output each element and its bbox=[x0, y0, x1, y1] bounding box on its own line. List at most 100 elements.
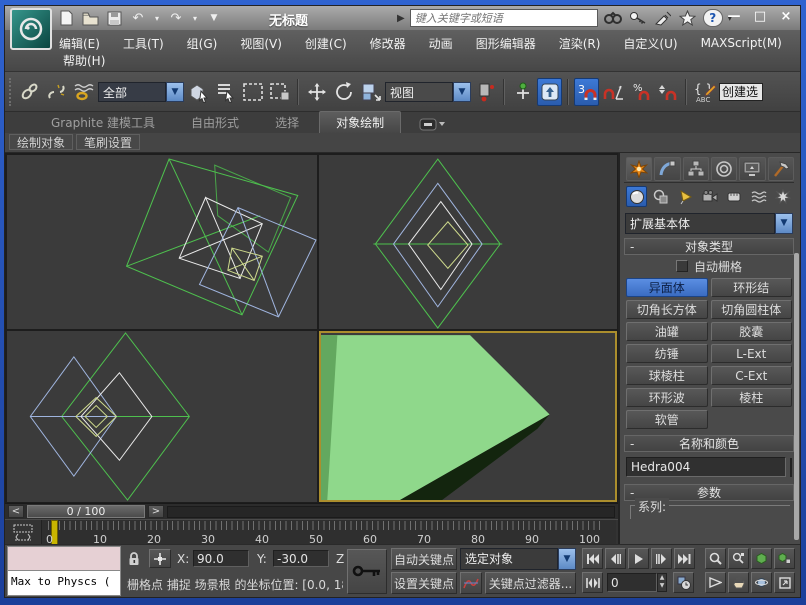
select-and-manipulate-icon[interactable] bbox=[510, 78, 535, 106]
select-and-scale-icon[interactable] bbox=[358, 78, 383, 106]
ribbon-tab-object-paint[interactable]: 对象绘制 bbox=[319, 111, 401, 133]
time-configuration-icon[interactable] bbox=[673, 572, 694, 593]
bind-to-space-warp-icon[interactable] bbox=[71, 78, 96, 106]
reference-coordinate-select[interactable]: 视图 ▼ bbox=[385, 82, 471, 102]
toolbar-grip[interactable] bbox=[9, 78, 13, 106]
new-file-icon[interactable] bbox=[57, 9, 75, 27]
object-type-button-c-ext[interactable]: C-Ext bbox=[711, 366, 793, 385]
zoom-extents-all-icon[interactable] bbox=[774, 548, 795, 569]
object-type-button-l-ext[interactable]: L-Ext bbox=[711, 344, 793, 363]
maxscript-mini-listener[interactable]: Max to Physcs ( bbox=[7, 546, 121, 596]
menu-rendering[interactable]: 渲染(R) bbox=[559, 35, 601, 52]
object-type-button-oiltank[interactable]: 油罐 bbox=[626, 322, 708, 341]
geometry-category-icon[interactable] bbox=[626, 186, 647, 207]
help-icon[interactable]: ? bbox=[703, 9, 723, 27]
select-and-link-icon[interactable] bbox=[17, 78, 42, 106]
named-selection-combo[interactable] bbox=[719, 83, 763, 101]
select-object-icon[interactable] bbox=[186, 78, 211, 106]
edit-named-selection-sets-icon[interactable]: { }ABC bbox=[692, 78, 717, 106]
object-type-button-ringwave[interactable]: 环形波 bbox=[626, 388, 708, 407]
use-pivot-point-center-icon[interactable] bbox=[473, 78, 498, 106]
previous-frame-icon[interactable] bbox=[605, 548, 626, 569]
x-coordinate-field[interactable] bbox=[193, 550, 249, 567]
window-crossing-icon[interactable] bbox=[267, 78, 292, 106]
lights-category-icon[interactable] bbox=[675, 186, 696, 207]
menu-modifiers[interactable]: 修改器 bbox=[370, 35, 406, 52]
panel-scrollbar[interactable] bbox=[794, 253, 799, 540]
object-type-button-capsule[interactable]: 胶囊 bbox=[711, 322, 793, 341]
track-bar-ruler[interactable]: 0 10 20 30 40 50 60 70 80 90 100 bbox=[41, 520, 616, 546]
application-menu-button[interactable] bbox=[10, 8, 52, 50]
menu-graph-editors[interactable]: 图形编辑器 bbox=[476, 35, 536, 52]
object-type-rollout-header[interactable]: - 对象类型 bbox=[624, 238, 794, 255]
snap-toggle-3d-icon[interactable]: 33 bbox=[574, 78, 599, 106]
name-color-rollout-header[interactable]: - 名称和颜色 bbox=[624, 435, 794, 452]
zoom-all-icon[interactable] bbox=[728, 548, 749, 569]
select-by-name-icon[interactable] bbox=[213, 78, 238, 106]
auto-key-button[interactable]: 自动关键点 bbox=[391, 548, 457, 570]
menu-tools[interactable]: 工具(T) bbox=[123, 35, 164, 52]
display-tab-icon[interactable] bbox=[739, 157, 765, 181]
menu-group[interactable]: 组(G) bbox=[187, 35, 218, 52]
object-color-swatch[interactable] bbox=[790, 458, 792, 477]
set-keys-icon[interactable] bbox=[347, 549, 387, 594]
autogrid-checkbox[interactable] bbox=[676, 260, 688, 272]
object-type-button-torus-knot[interactable]: 环形结 bbox=[711, 278, 793, 297]
minimize-button[interactable]: — bbox=[726, 9, 742, 24]
menu-customize[interactable]: 自定义(U) bbox=[623, 35, 677, 52]
menu-help[interactable]: 帮助(H) bbox=[63, 52, 105, 69]
zoom-icon[interactable] bbox=[705, 548, 726, 569]
undo-dropdown-icon[interactable]: ▾ bbox=[153, 9, 161, 27]
menu-views[interactable]: 视图(V) bbox=[240, 35, 282, 52]
ribbon-minimize-icon[interactable] bbox=[419, 118, 445, 131]
mini-curve-editor-icon[interactable] bbox=[5, 520, 41, 546]
undo-icon[interactable]: ↶ bbox=[129, 9, 147, 27]
viewport-bottom-left[interactable] bbox=[7, 331, 317, 502]
go-to-end-icon[interactable] bbox=[674, 548, 695, 569]
time-slider-prev-button[interactable]: < bbox=[8, 505, 24, 518]
key-filters-button[interactable]: 关键点过滤器... bbox=[485, 572, 576, 594]
ribbon-tab-selection[interactable]: 选择 bbox=[259, 112, 315, 133]
systems-category-icon[interactable] bbox=[773, 186, 794, 207]
space-warps-category-icon[interactable] bbox=[748, 186, 769, 207]
object-type-button-chamferbox[interactable]: 切角长方体 bbox=[626, 300, 708, 319]
communication-center-icon[interactable] bbox=[653, 9, 673, 27]
object-type-button-prism[interactable]: 棱柱 bbox=[711, 388, 793, 407]
viewport-perspective-active[interactable] bbox=[319, 331, 617, 502]
absolute-mode-transform-icon[interactable] bbox=[149, 549, 171, 568]
search-icon[interactable] bbox=[603, 9, 623, 27]
selection-filter-select[interactable]: 全部 ▼ bbox=[98, 82, 184, 102]
object-type-button-spindle[interactable]: 纺锤 bbox=[626, 344, 708, 363]
listener-macro-pane[interactable] bbox=[7, 546, 121, 571]
cameras-category-icon[interactable] bbox=[699, 186, 720, 207]
set-key-button[interactable]: 设置关键点 bbox=[391, 572, 457, 594]
create-tab-icon[interactable] bbox=[626, 157, 652, 181]
menu-create[interactable]: 创建(C) bbox=[305, 35, 347, 52]
percent-snap-icon[interactable]: % bbox=[628, 78, 653, 106]
object-type-button-gengon[interactable]: 球棱柱 bbox=[626, 366, 708, 385]
menu-animation[interactable]: 动画 bbox=[429, 35, 453, 52]
play-animation-icon[interactable] bbox=[628, 548, 649, 569]
menu-maxscript[interactable]: MAXScript(M) bbox=[701, 36, 782, 50]
redo-icon[interactable]: ↷ bbox=[167, 9, 185, 27]
viewport-top-right[interactable] bbox=[319, 155, 617, 329]
object-type-button-chamfercyl[interactable]: 切角圆柱体 bbox=[711, 300, 793, 319]
listener-script-pane[interactable]: Max to Physcs ( bbox=[7, 571, 121, 596]
spinner-snap-icon[interactable] bbox=[655, 78, 680, 106]
helpers-category-icon[interactable] bbox=[724, 186, 745, 207]
select-and-move-icon[interactable] bbox=[304, 78, 329, 106]
orbit-icon[interactable] bbox=[751, 572, 772, 593]
object-type-button-hose[interactable]: 软管 bbox=[626, 410, 708, 429]
open-file-icon[interactable] bbox=[81, 9, 99, 27]
shapes-category-icon[interactable] bbox=[650, 186, 671, 207]
rectangular-selection-region-icon[interactable] bbox=[240, 78, 265, 106]
time-slider-handle[interactable]: 0 / 100 bbox=[27, 505, 145, 518]
redo-dropdown-icon[interactable]: ▾ bbox=[191, 9, 199, 27]
close-button[interactable]: × bbox=[778, 9, 794, 24]
subtab-paint-objects[interactable]: 绘制对象 bbox=[9, 134, 73, 150]
hierarchy-tab-icon[interactable] bbox=[683, 157, 709, 181]
default-tangent-icon[interactable] bbox=[460, 572, 482, 594]
ribbon-tab-graphite[interactable]: Graphite 建模工具 bbox=[35, 112, 171, 133]
unlink-selection-icon[interactable] bbox=[44, 78, 69, 106]
next-frame-icon[interactable] bbox=[651, 548, 672, 569]
